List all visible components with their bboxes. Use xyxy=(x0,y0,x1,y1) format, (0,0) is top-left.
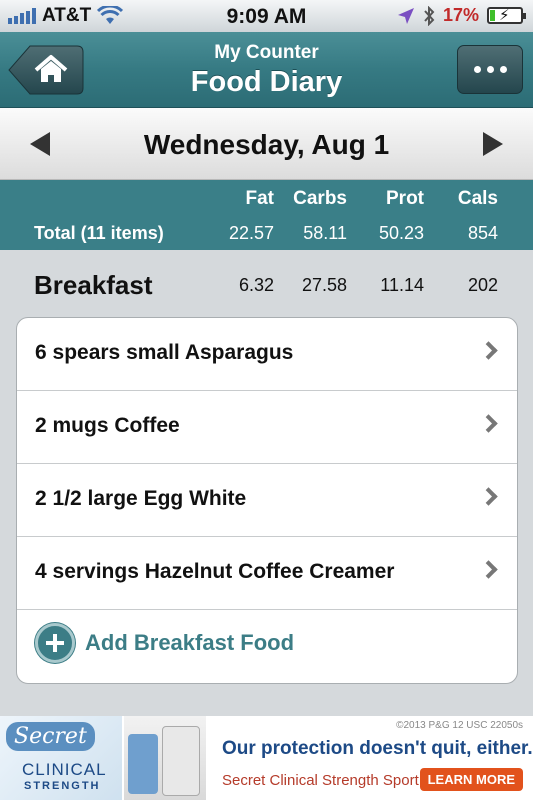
next-day-arrow-icon[interactable] xyxy=(483,132,503,156)
meal-prot: 11.14 xyxy=(380,275,424,295)
total-fat: 22.57 xyxy=(228,223,274,243)
meal-name: Breakfast xyxy=(34,270,153,300)
total-label: Total (11 items) xyxy=(34,223,164,243)
chevron-right-icon xyxy=(479,341,498,360)
status-bar: AT&T 9:09 AM 17% ⚡ xyxy=(0,0,533,32)
food-item-label: 6 spears small Asparagus xyxy=(35,341,294,364)
meal-header: Breakfast 6.32 27.58 11.14 202 xyxy=(0,250,533,316)
ad-banner[interactable]: Secret CLINICAL STRENGTH ©2013 P&G 12 US… xyxy=(0,716,533,800)
page-title: Food Diary xyxy=(190,66,343,98)
chevron-right-icon xyxy=(479,414,498,433)
ad-brand: Secret xyxy=(6,722,95,751)
add-food-label: Add Breakfast Food xyxy=(85,630,295,655)
ad-headline: Our protection doesn't quit, either. xyxy=(222,738,533,759)
chevron-right-icon xyxy=(479,560,498,579)
meal-cals: 202 xyxy=(467,275,498,295)
battery-percent: 17% xyxy=(442,5,479,25)
total-prot: 50.23 xyxy=(378,223,424,243)
ad-clinical: CLINICAL xyxy=(22,760,107,779)
add-breakfast-food-button[interactable]: Add Breakfast Food xyxy=(17,610,517,683)
nav-bar: My Counter Food Diary xyxy=(0,32,533,108)
carbs-header: Carbs xyxy=(293,188,347,209)
food-list: 6 spears small Asparagus 2 mugs Coffee 2… xyxy=(16,317,518,684)
list-item[interactable]: 4 servings Hazelnut Coffee Creamer xyxy=(17,537,517,610)
food-item-label: 4 servings Hazelnut Coffee Creamer xyxy=(35,560,395,583)
fat-header: Fat xyxy=(245,188,275,209)
food-item-label: 2 1/2 large Egg White xyxy=(35,487,247,510)
totals-header: Fat Carbs Prot Cals Total (11 items) 22.… xyxy=(0,180,533,250)
bluetooth-icon xyxy=(424,5,435,26)
ad-logo: Secret CLINICAL STRENGTH xyxy=(0,716,122,800)
nav-subtitle: My Counter xyxy=(214,42,319,63)
date-bar: Wednesday, Aug 1 xyxy=(0,108,533,180)
list-item[interactable]: 2 mugs Coffee xyxy=(17,391,517,464)
battery-icon: ⚡ xyxy=(487,7,526,24)
date-label: Wednesday, Aug 1 xyxy=(143,129,390,160)
list-item[interactable]: 6 spears small Asparagus xyxy=(17,318,517,391)
prot-header: Prot xyxy=(386,188,424,209)
cals-header: Cals xyxy=(457,188,498,209)
ad-product-image xyxy=(124,716,206,800)
ad-strength: STRENGTH xyxy=(24,780,101,792)
more-button[interactable] xyxy=(457,45,523,94)
more-icon xyxy=(473,66,481,73)
ad-subtitle: Secret Clinical Strength Sport xyxy=(222,772,419,789)
meal-fat: 6.32 xyxy=(238,275,274,295)
food-item-label: 2 mugs Coffee xyxy=(35,414,180,437)
add-icon xyxy=(35,623,75,663)
meal-carbs: 27.58 xyxy=(301,275,347,295)
total-cals: 854 xyxy=(467,223,498,243)
ad-copyright: ©2013 P&G 12 USC 22050s xyxy=(396,720,523,731)
total-carbs: 58.11 xyxy=(303,223,347,243)
learn-more-button[interactable]: LEARN MORE xyxy=(419,768,523,791)
location-icon xyxy=(397,7,414,24)
chevron-right-icon xyxy=(479,487,498,506)
list-item[interactable]: 2 1/2 large Egg White xyxy=(17,464,517,537)
